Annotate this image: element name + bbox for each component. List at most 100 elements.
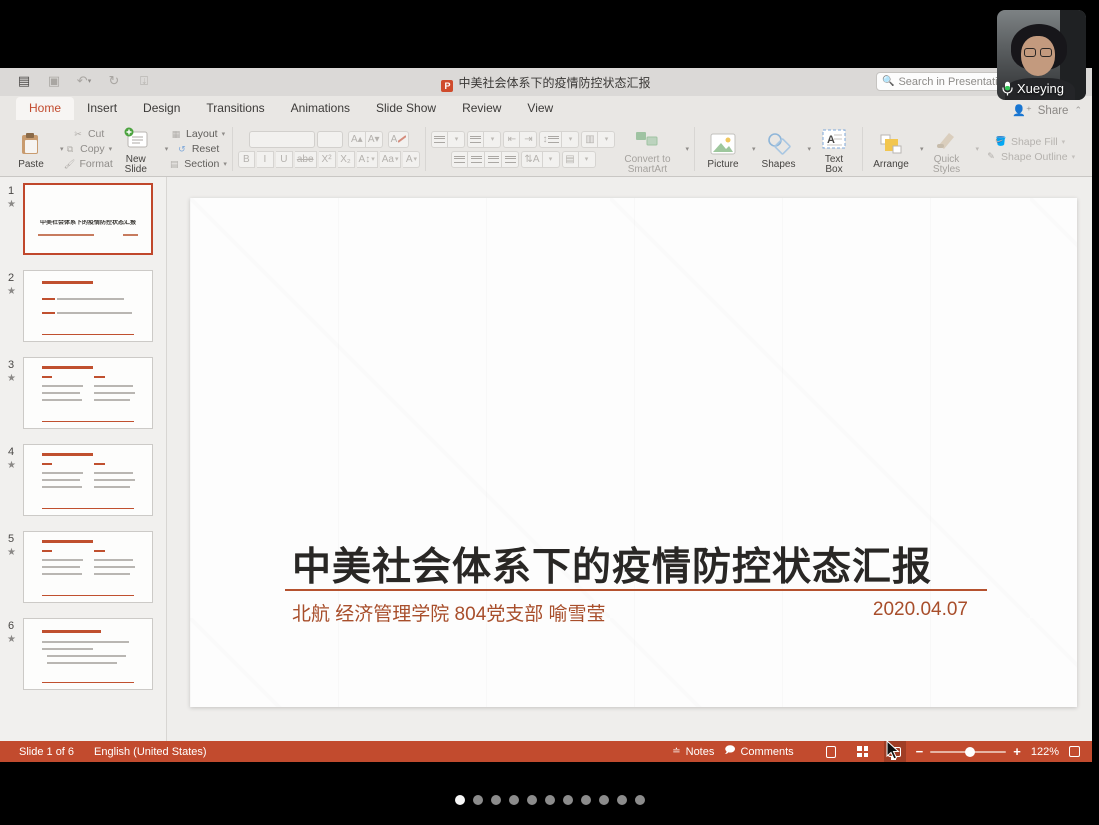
decrease-indent-button[interactable]: ⇤ [503,131,520,148]
thumbnail-preview[interactable] [23,444,153,516]
align-right-button[interactable] [485,151,502,168]
clear-formatting-button[interactable]: A [388,131,410,148]
screen-share-page-dots[interactable] [455,795,645,805]
slide-date[interactable]: 2020.04.07 [873,599,968,626]
text-box-button[interactable]: A Text Box [811,124,857,175]
notes-button[interactable]: ≐ Notes [672,746,714,758]
tab-review[interactable]: Review [449,97,514,120]
cut-button[interactable]: ✂Cut [72,128,104,141]
shape-fill-button[interactable]: 🪣Shape Fill ▾ [995,135,1065,148]
numbering-caret[interactable]: ▾ [484,131,501,148]
zoom-level[interactable]: 122% [1031,746,1059,758]
font-color-button[interactable]: A ▾ [403,151,420,168]
tab-design[interactable]: Design [130,97,193,120]
format-painter-button[interactable]: 🖌Format [64,158,113,171]
new-slide-button[interactable]: New Slide [113,124,159,175]
subscript-button[interactable]: X₂ [338,151,355,168]
language-indicator[interactable]: English (United States) [94,746,207,758]
thumbnail-slide-5[interactable]: 5★ [0,531,166,605]
share-button[interactable]: Share [1038,105,1069,117]
thumbnail-slide-6[interactable]: 6★ [0,618,166,692]
strikethrough-button[interactable]: abe [295,151,317,168]
thumbnail-preview[interactable] [23,531,153,603]
tab-insert[interactable]: Insert [74,97,130,120]
search-input[interactable]: 🔍 Search in Presentation [876,72,1004,91]
page-dot-3[interactable] [491,795,501,805]
page-dot-11[interactable] [635,795,645,805]
fit-slide-button[interactable] [1069,746,1080,757]
align-left-button[interactable] [451,151,468,168]
thumbnail-preview[interactable] [23,270,153,342]
text-direction-button[interactable]: ⇅A [521,151,542,168]
page-dot-9[interactable] [599,795,609,805]
font-name-select[interactable] [249,131,315,148]
slide-title[interactable]: 中美社会体系下的疫情防控状态汇报 [292,536,932,592]
tab-slide-show[interactable]: Slide Show [363,97,449,120]
shape-outline-button[interactable]: ✎Shape Outline ▾ [985,150,1075,163]
section-button[interactable]: ▤Section ▾ [168,158,227,171]
page-dot-6[interactable] [545,795,555,805]
justify-button[interactable] [502,151,519,168]
page-dot-2[interactable] [473,795,483,805]
paste-button[interactable]: Paste [8,129,54,170]
superscript-button[interactable]: X² [319,151,336,168]
bullets-caret[interactable]: ▾ [448,131,465,148]
convert-smartart-button[interactable]: Convert to SmartArt [615,124,679,175]
tab-animations[interactable]: Animations [278,97,363,120]
text-direction-caret[interactable]: ▾ [543,151,560,168]
tab-transitions[interactable]: Transitions [193,97,277,120]
thumbnail-slide-4[interactable]: 4★ [0,444,166,518]
thumbnail-preview[interactable] [23,357,153,429]
page-dot-7[interactable] [563,795,573,805]
slide-sorter-view-button[interactable] [852,741,874,762]
increase-font-button[interactable]: A▴ [348,131,366,148]
page-dot-8[interactable] [581,795,591,805]
align-text-caret[interactable]: ▾ [579,151,596,168]
slide-subtitle[interactable]: 北航 经济管理学院 804党支部 喻雪莹 [292,599,606,626]
thumbnail-preview[interactable] [23,618,153,690]
slide-1-editor[interactable]: 中美社会体系下的疫情防控状态汇报 北航 经济管理学院 804党支部 喻雪莹 20… [190,198,1077,707]
convert-smartart-caret[interactable]: ▾ [685,145,689,153]
increase-indent-button[interactable]: ⇥ [520,131,537,148]
zoom-slider[interactable] [930,751,1006,753]
zoom-in-button[interactable]: + [1013,744,1021,759]
collapse-ribbon-icon[interactable]: ⌃ [1074,105,1082,116]
thumbnail-preview[interactable]: 中美社会体系下的疫情防控状态汇报 [23,183,153,255]
normal-view-button[interactable] [820,741,842,762]
numbering-button[interactable] [467,131,484,148]
quick-styles-button[interactable]: Quick Styles [924,124,970,175]
zoom-out-button[interactable]: − [916,744,924,759]
quick-styles-caret[interactable]: ▾ [976,145,980,153]
change-case-button[interactable]: Aa ▾ [380,151,402,168]
align-text-button[interactable]: ▤ [562,151,579,168]
thumbnail-slide-2[interactable]: 2★ [0,270,166,344]
font-size-select[interactable] [317,131,343,148]
tab-home[interactable]: Home [16,97,74,120]
columns-button[interactable]: ▥ [581,131,598,148]
picture-button[interactable]: Picture [700,129,746,170]
line-spacing-button[interactable]: ↕ [539,131,562,148]
italic-button[interactable]: I [257,151,274,168]
thumbnail-slide-1[interactable]: 1★中美社会体系下的疫情防控状态汇报 [0,183,166,257]
bullets-button[interactable] [431,131,448,148]
character-spacing-button[interactable]: A↕ ▾ [357,151,378,168]
zoom-slider-thumb[interactable] [965,747,975,757]
page-dot-1[interactable] [455,795,465,805]
page-dot-5[interactable] [527,795,537,805]
line-spacing-caret[interactable]: ▾ [562,131,579,148]
layout-button[interactable]: ▦Layout ▾ [170,128,225,141]
columns-caret[interactable]: ▾ [598,131,615,148]
bold-button[interactable]: B [238,151,255,168]
reset-button[interactable]: ↺Reset [176,143,219,156]
comments-button[interactable]: 🗩 Comments [724,743,793,760]
tab-view[interactable]: View [514,97,566,120]
page-dot-10[interactable] [617,795,627,805]
thumbnail-slide-3[interactable]: 3★ [0,357,166,431]
page-dot-4[interactable] [509,795,519,805]
shapes-button[interactable]: Shapes [756,129,802,170]
arrange-button[interactable]: Arrange [868,129,914,170]
underline-button[interactable]: U [276,151,293,168]
decrease-font-button[interactable]: A▾ [366,131,383,148]
align-center-button[interactable] [468,151,485,168]
copy-button[interactable]: ⧉Copy ▾ [64,143,112,156]
